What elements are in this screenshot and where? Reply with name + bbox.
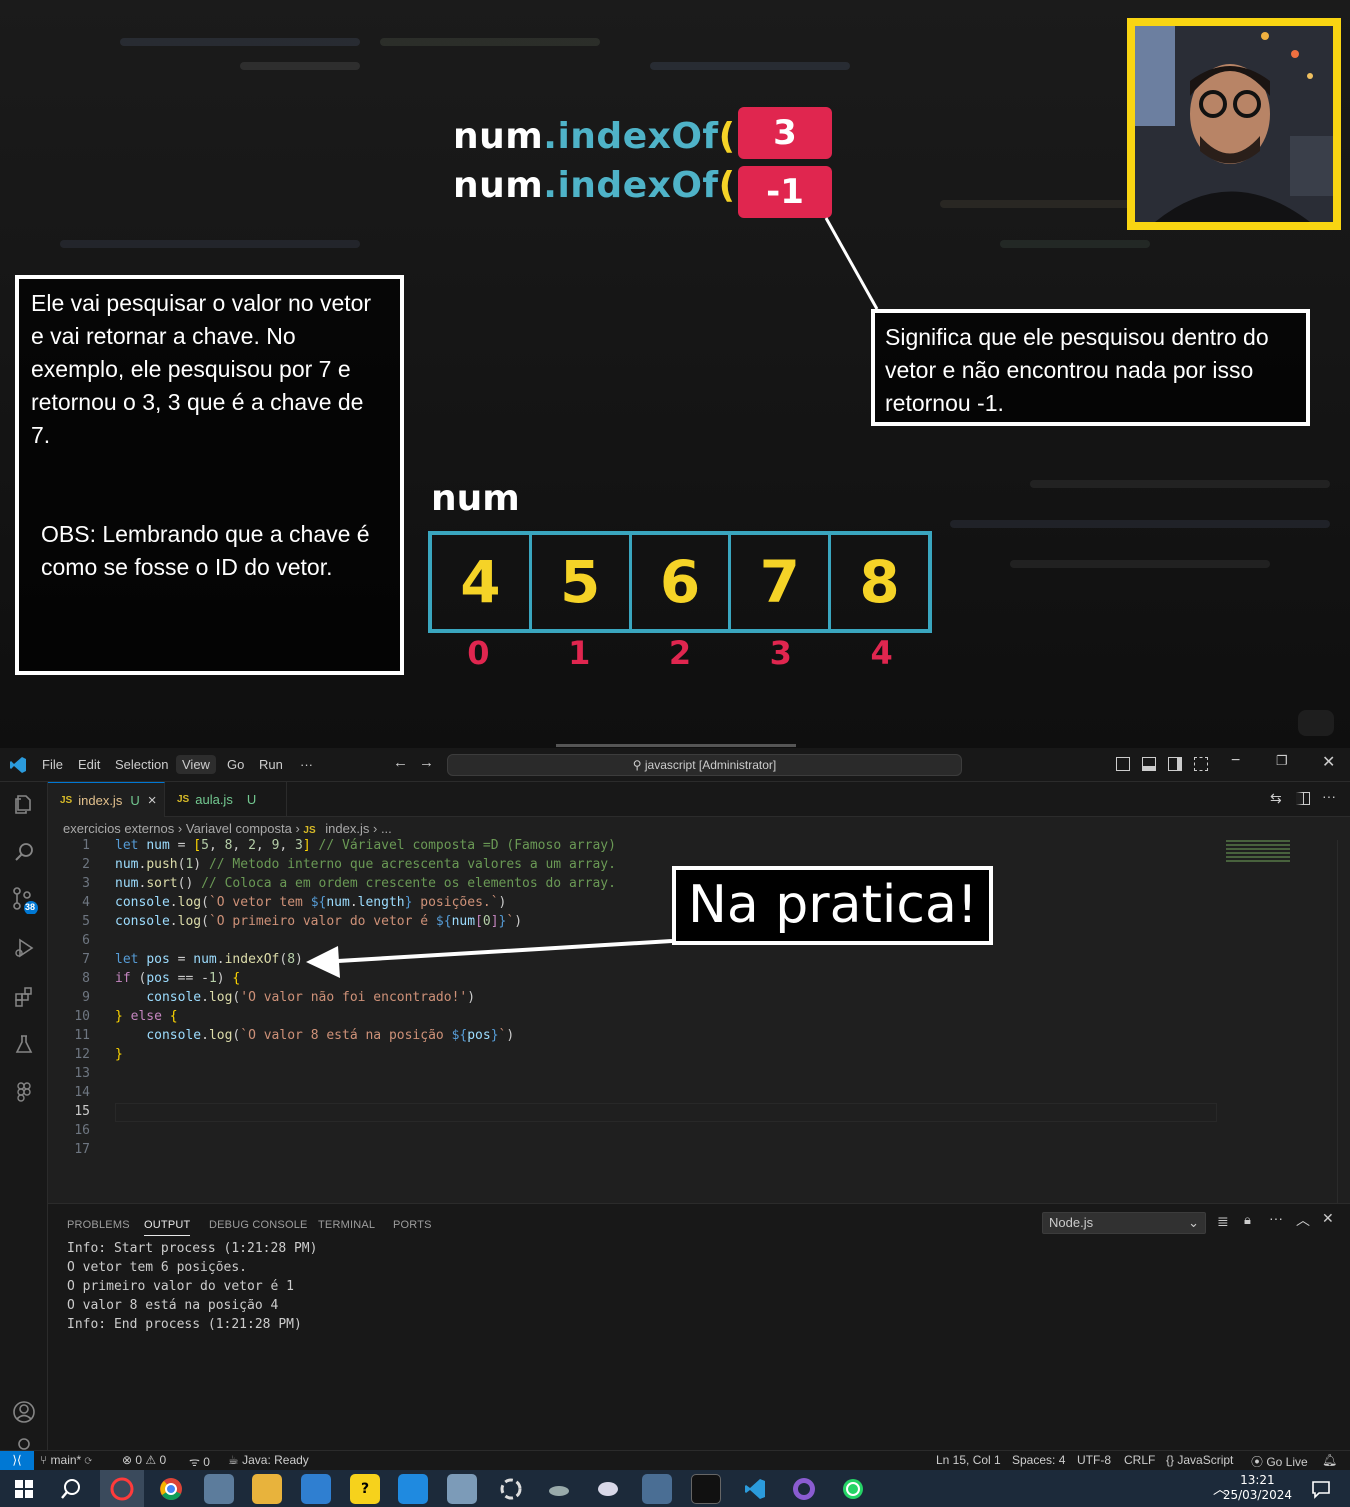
- store-icon[interactable]: [398, 1474, 428, 1504]
- array-cell: 6: [632, 535, 732, 629]
- array-cell: 7: [731, 535, 832, 629]
- indentation[interactable]: Spaces: 4: [1012, 1453, 1065, 1467]
- java-status-label: Java: Ready: [242, 1453, 309, 1467]
- presenter-image: [1135, 26, 1333, 222]
- array-index: 2: [668, 634, 692, 672]
- windows-start-icon[interactable]: [9, 1474, 39, 1504]
- branch-indicator[interactable]: ⑂ main* ⟳: [40, 1453, 92, 1467]
- array-index: 0: [467, 634, 490, 672]
- language-label: JavaScript: [1177, 1453, 1234, 1467]
- screenshot-root: num.indexOf(7) 3 num.indexOf(3) -1 Ele v…: [0, 0, 1350, 1507]
- video-player-icon[interactable]: [1298, 710, 1334, 736]
- array-cell: 8: [859, 548, 900, 616]
- array-index: 3: [769, 634, 792, 672]
- notification-center-icon[interactable]: [1306, 1474, 1336, 1504]
- vscode-taskbar-icon[interactable]: [740, 1474, 770, 1504]
- tab-output[interactable]: OUTPUT: [144, 1219, 191, 1236]
- app-icon[interactable]: [204, 1474, 234, 1504]
- array-box: 4 5 6 7 8: [428, 531, 932, 633]
- java-status[interactable]: ☕︎ Java: Ready: [228, 1453, 309, 1467]
- github-icon[interactable]: [789, 1474, 819, 1504]
- maximize-panel-icon[interactable]: ︿: [1296, 1210, 1310, 1230]
- close-panel-icon[interactable]: ✕: [1322, 1210, 1334, 1227]
- output-line: Info: Start process (1:21:28 PM): [67, 1241, 318, 1256]
- array-title: num: [431, 478, 520, 519]
- tab-ports[interactable]: PORTS: [393, 1219, 432, 1231]
- video-progress-bar[interactable]: [556, 744, 796, 747]
- array-cell: 5: [532, 535, 632, 629]
- java-icon: ☕︎: [228, 1453, 243, 1467]
- app-icon[interactable]: [447, 1474, 477, 1504]
- warning-icon: ⚠: [145, 1453, 160, 1467]
- terminal-icon[interactable]: [691, 1474, 721, 1504]
- opera-gx-icon[interactable]: [100, 1470, 144, 1507]
- note-left: Ele vai pesquisar o valor no vetor e vai…: [15, 275, 404, 675]
- bottom-panel: PROBLEMS OUTPUT DEBUG CONSOLE TERMINAL P…: [48, 1203, 1350, 1450]
- chrome-icon[interactable]: [156, 1474, 186, 1504]
- output-line: O primeiro valor do vetor é 1: [67, 1279, 294, 1294]
- windows-taskbar: ? ︿ 13:21 25/03/2024: [0, 1470, 1350, 1507]
- go-live-label: Go Live: [1266, 1455, 1308, 1469]
- chevron-down-icon: ⌄: [1188, 1215, 1199, 1230]
- app-icon[interactable]: [301, 1474, 331, 1504]
- clock-date: 25/03/2024: [1222, 1488, 1292, 1502]
- warning-count: 0: [159, 1453, 167, 1467]
- encoding[interactable]: UTF-8: [1077, 1453, 1111, 1467]
- system-clock[interactable]: 13:21 25/03/2024: [1223, 1473, 1292, 1503]
- remote-indicator-icon[interactable]: ⟩⟨: [0, 1451, 34, 1471]
- app-icon[interactable]: [496, 1474, 526, 1504]
- array-indexes: 0 1 2 3 4: [428, 634, 932, 672]
- vscode-window: File Edit Selection View Go Run ··· ← → …: [0, 748, 1350, 1471]
- notifications-bell-icon[interactable]: 🔔︎: [1322, 1453, 1337, 1467]
- branch-icon: ⑂: [40, 1453, 51, 1467]
- line-endings[interactable]: CRLF: [1124, 1453, 1155, 1467]
- file-explorer-icon[interactable]: [252, 1474, 282, 1504]
- note-left-obs: OBS: Lembrando que a chave é como se fos…: [41, 521, 370, 580]
- output-channel-value: Node.js: [1049, 1215, 1094, 1230]
- app-icon[interactable]: [544, 1474, 574, 1504]
- output-line: O vetor tem 6 posições.: [67, 1260, 248, 1275]
- go-live-button[interactable]: ⦿ Go Live: [1251, 1453, 1308, 1470]
- cursor-position[interactable]: Ln 15, Col 1: [936, 1453, 1001, 1467]
- callout-na-pratica: Na pratica!: [672, 866, 993, 945]
- app-icon[interactable]: [593, 1474, 623, 1504]
- error-count: 0: [135, 1453, 143, 1467]
- clock-time: 13:21: [1240, 1473, 1275, 1487]
- language-mode[interactable]: {} JavaScript: [1166, 1453, 1233, 1467]
- clear-output-icon[interactable]: ≣: [1217, 1213, 1229, 1230]
- whatsapp-icon[interactable]: [838, 1474, 868, 1504]
- webcam-feed: [1127, 18, 1341, 230]
- ports-count: 0: [203, 1455, 210, 1469]
- array-index: 4: [870, 634, 893, 672]
- problems-indicator[interactable]: ⊗ 0 ⚠ 0: [122, 1453, 166, 1467]
- tab-debug-console[interactable]: DEBUG CONSOLE: [209, 1219, 308, 1231]
- more-actions-icon[interactable]: ···: [1269, 1210, 1283, 1226]
- output-channel-select[interactable]: Node.js ⌄: [1042, 1212, 1206, 1234]
- note-right: Significa que ele pesquisou dentro do ve…: [871, 309, 1310, 426]
- ports-indicator[interactable]: ᯤ 0: [189, 1453, 210, 1470]
- braces-icon: {}: [1166, 1453, 1178, 1467]
- tab-terminal[interactable]: TERMINAL: [318, 1219, 375, 1231]
- video-frame: num.indexOf(7) 3 num.indexOf(3) -1 Ele v…: [0, 0, 1350, 748]
- output-line: O valor 8 está na posição 4: [67, 1298, 279, 1313]
- note-left-text: Ele vai pesquisar o valor no vetor e vai…: [31, 290, 372, 448]
- output-line: Info: End process (1:21:28 PM): [67, 1317, 302, 1332]
- antenna-icon: ᯤ: [189, 1455, 204, 1469]
- array-index: 1: [568, 634, 591, 672]
- tab-problems[interactable]: PROBLEMS: [67, 1219, 130, 1231]
- error-icon: ⊗: [122, 1453, 136, 1467]
- status-bar: ⟩⟨ ⑂ main* ⟳ ⊗ 0 ⚠ 0 ᯤ 0 ☕︎ Java: Ready …: [0, 1450, 1350, 1471]
- search-icon[interactable]: [56, 1474, 86, 1504]
- sync-icon: ⟳: [84, 1453, 92, 1467]
- calculator-icon[interactable]: [642, 1474, 672, 1504]
- array-cell: 4: [432, 535, 532, 629]
- branch-name: main*: [50, 1453, 82, 1467]
- lock-scroll-icon[interactable]: 🔒︎: [1244, 1212, 1251, 1228]
- help-icon[interactable]: ?: [350, 1474, 380, 1504]
- broadcast-icon: ⦿: [1251, 1455, 1267, 1469]
